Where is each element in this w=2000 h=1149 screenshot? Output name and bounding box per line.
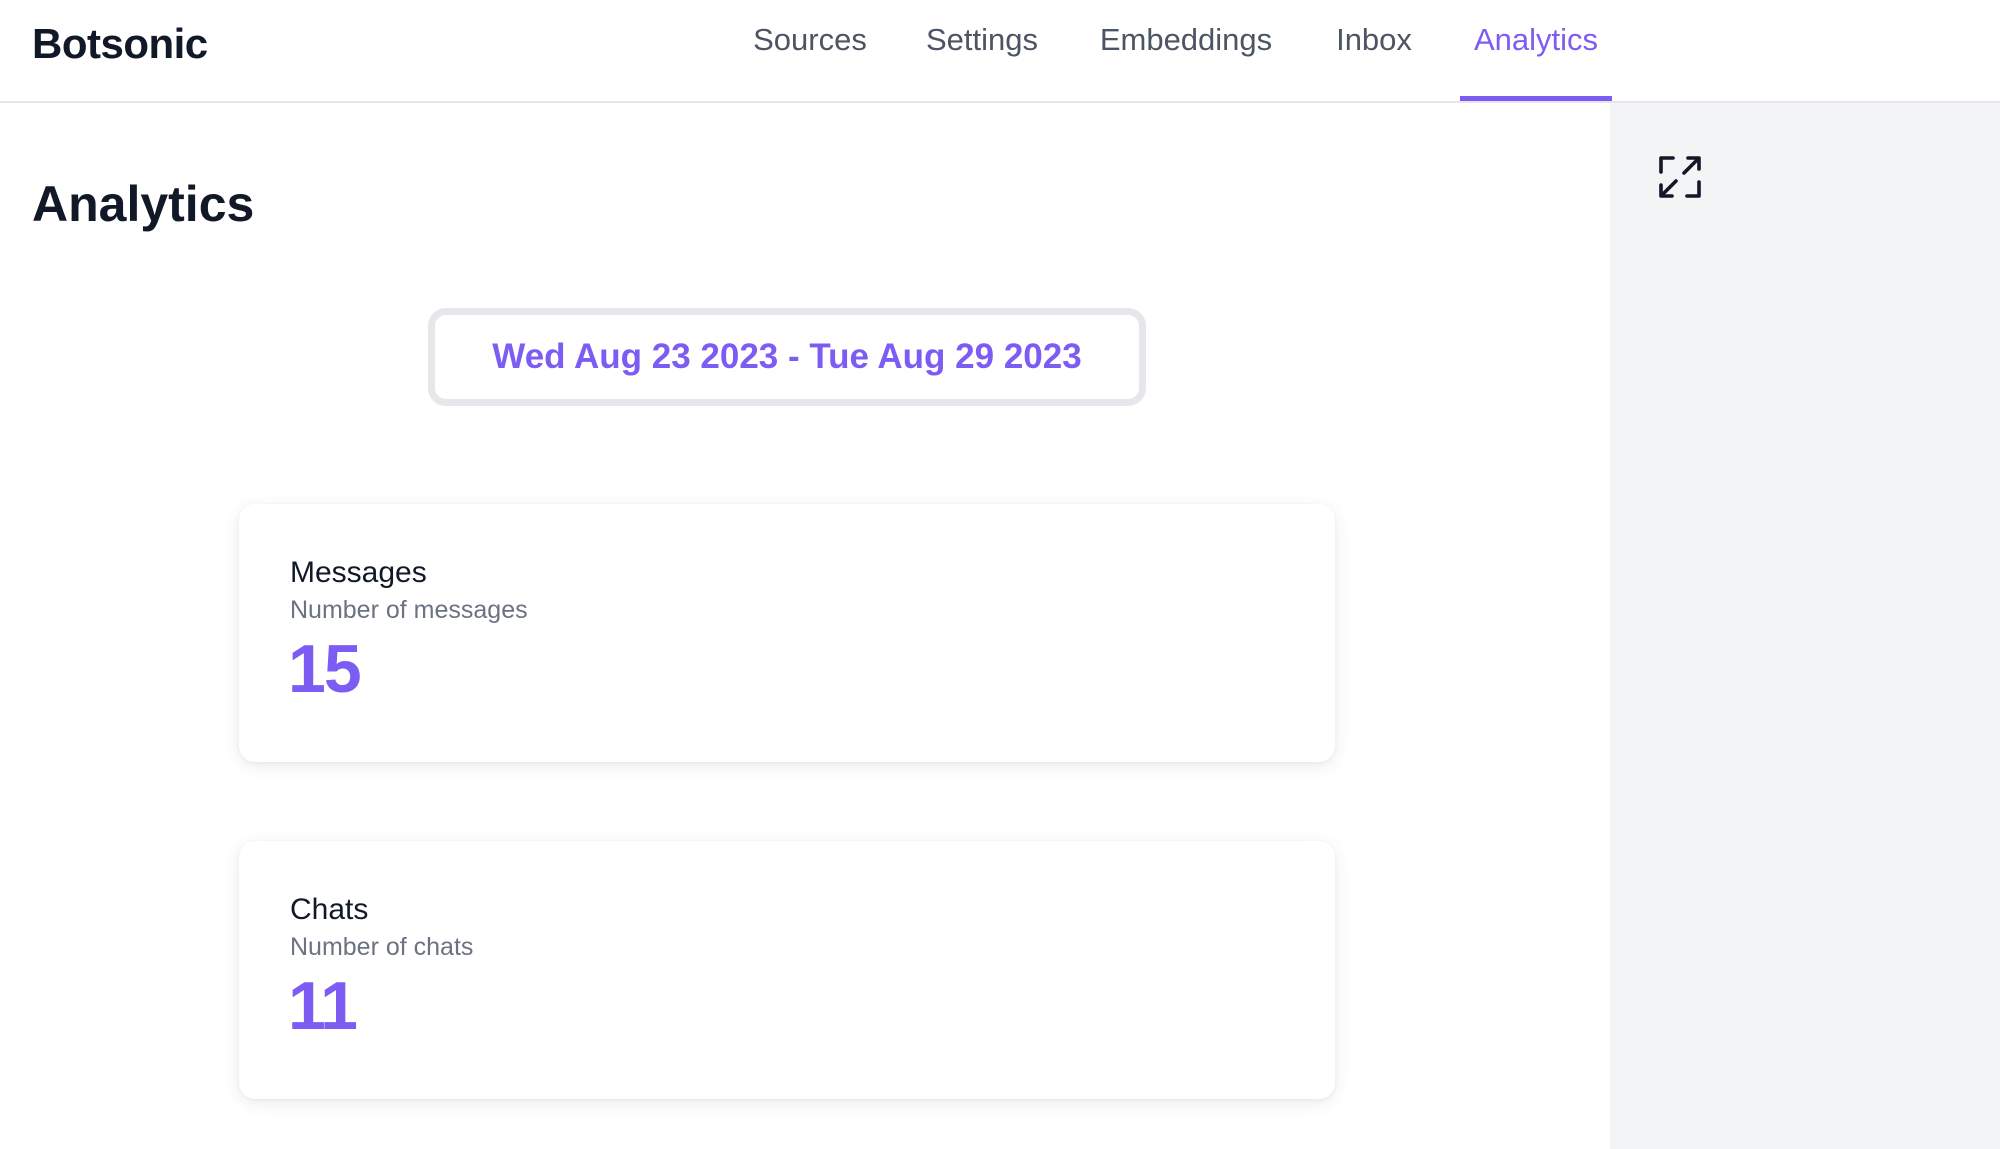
chats-count: 11 bbox=[288, 968, 358, 1044]
chats-stat-card: Chats Number of chats 11 bbox=[239, 841, 1335, 1099]
card-title: Messages bbox=[290, 556, 427, 589]
tab-settings[interactable]: Settings bbox=[916, 0, 1048, 101]
tab-sources[interactable]: Sources bbox=[742, 0, 878, 101]
nav-tabs: Sources Settings Embeddings Inbox Analyt… bbox=[0, 0, 2000, 101]
card-subtitle: Number of chats bbox=[290, 933, 474, 961]
card-title: Chats bbox=[290, 893, 369, 926]
tab-inbox[interactable]: Inbox bbox=[1326, 0, 1422, 101]
card-subtitle: Number of messages bbox=[290, 596, 528, 624]
messages-stat-card: Messages Number of messages 15 bbox=[239, 504, 1335, 762]
tab-analytics[interactable]: Analytics bbox=[1460, 0, 1612, 101]
expand-button[interactable] bbox=[1656, 153, 1704, 201]
tab-embeddings[interactable]: Embeddings bbox=[1090, 0, 1282, 101]
top-navigation-bar: Botsonic Sources Settings Embeddings Inb… bbox=[0, 0, 2000, 103]
preview-side-panel bbox=[1610, 103, 2000, 1149]
page-title: Analytics bbox=[32, 176, 255, 232]
messages-count: 15 bbox=[288, 631, 362, 707]
analytics-main-panel: Analytics Wed Aug 23 2023 - Tue Aug 29 2… bbox=[0, 103, 1610, 1149]
expand-icon bbox=[1659, 156, 1701, 198]
date-range-picker[interactable]: Wed Aug 23 2023 - Tue Aug 29 2023 bbox=[428, 308, 1146, 406]
